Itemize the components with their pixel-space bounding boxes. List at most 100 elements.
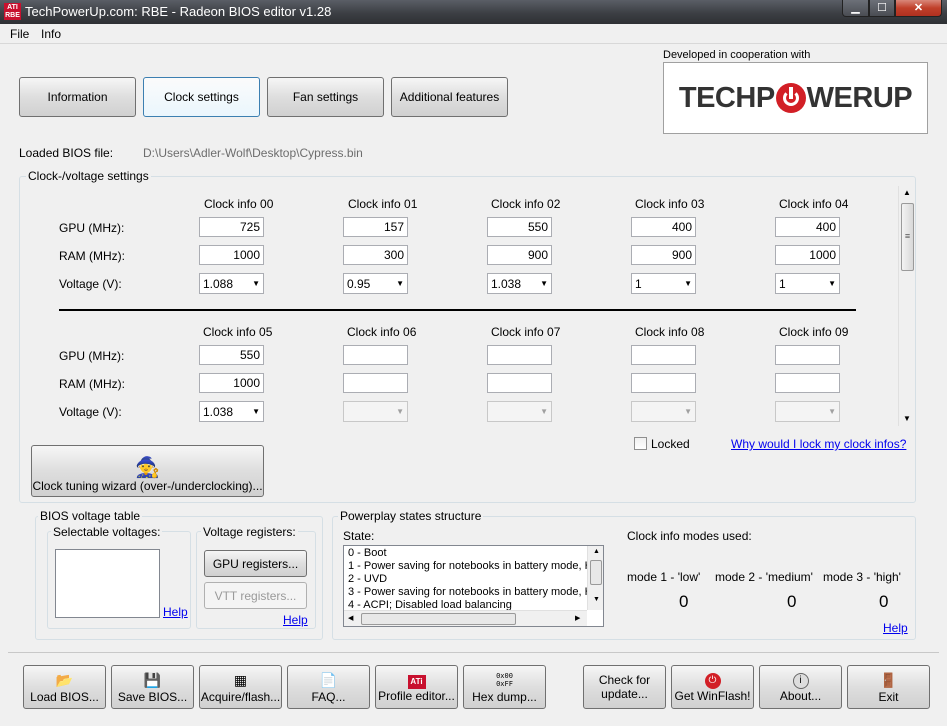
gpu-clock-input[interactable]: 400 (631, 217, 696, 237)
about-button[interactable]: i About... (759, 665, 842, 709)
ram-clock-input[interactable] (631, 373, 696, 393)
gpu-clock-input[interactable] (343, 345, 408, 365)
acquire-flash-button[interactable]: ▦ Acquire/flash... (199, 665, 282, 709)
get-winflash-button[interactable]: ⏻ Get WinFlash! (671, 665, 754, 709)
help-link[interactable]: Help (283, 613, 308, 627)
states-listbox[interactable]: 0 - Boot 1 - Power saving for notebooks … (343, 545, 604, 627)
powerplay-title: Powerplay states structure (338, 509, 484, 523)
faq-button[interactable]: 📄 FAQ... (287, 665, 370, 709)
state-item[interactable]: 1 - Power saving for notebooks in batter… (348, 560, 588, 573)
locked-checkbox[interactable] (634, 437, 647, 450)
scroll-left-icon[interactable]: ◀ (348, 614, 353, 622)
gpu-clock-input[interactable]: 400 (775, 217, 840, 237)
states-vscroll[interactable]: ▲ ▼ (587, 546, 603, 610)
states-hscroll[interactable]: ◀ ▶ (344, 610, 587, 626)
exit-button[interactable]: 🚪 Exit (847, 665, 930, 709)
help-link[interactable]: Help (883, 621, 908, 635)
clock-scrollbar[interactable]: ▲ ≡ ▼ (898, 186, 915, 426)
voltage-value: 0.95 (347, 276, 371, 291)
tab-fan-settings[interactable]: Fan settings (267, 77, 384, 117)
profile-editor-button[interactable]: ATi Profile editor... (375, 665, 458, 709)
gpu-registers-button[interactable]: GPU registers... (204, 550, 307, 577)
gpu-clock-input[interactable] (487, 345, 552, 365)
check-update-button[interactable]: Check for update... (583, 665, 666, 709)
voltage-select[interactable]: 1.038 ▼ (199, 401, 264, 422)
chevron-down-icon: ▼ (252, 279, 260, 288)
button-label: Load BIOS... (30, 690, 99, 704)
voltage-select[interactable]: ▼ (631, 401, 696, 422)
ram-clock-input[interactable] (343, 373, 408, 393)
tab-additional-features[interactable]: Additional features (391, 77, 508, 117)
clock-header: Clock info 00 (204, 197, 274, 211)
ram-clock-input[interactable]: 900 (631, 245, 696, 265)
hex-icon: 0x00 0xFF (496, 672, 513, 688)
scroll-right-icon[interactable]: ▶ (575, 614, 580, 622)
state-item[interactable]: 0 - Boot (348, 547, 588, 560)
voltage-select[interactable]: 1.088 ▼ (199, 273, 264, 294)
scroll-thumb[interactable] (590, 560, 602, 585)
mode-label: mode 1 - 'low' (627, 570, 701, 584)
scroll-up-icon[interactable]: ▲ (593, 548, 600, 555)
gpu-clock-input[interactable]: 550 (487, 217, 552, 237)
bottom-separator (8, 652, 939, 653)
scroll-thumb[interactable] (361, 613, 516, 625)
clock-header: Clock info 07 (491, 325, 561, 339)
scroll-up-icon[interactable]: ▲ (903, 188, 911, 197)
menu-info[interactable]: Info (41, 27, 61, 41)
scroll-down-icon[interactable]: ▼ (593, 596, 600, 603)
ram-clock-input[interactable] (775, 373, 840, 393)
vtt-registers-button[interactable]: VTT registers... (204, 582, 307, 609)
button-label: GPU registers... (212, 556, 299, 571)
voltage-label: Voltage (V): (59, 405, 122, 419)
button-label: Profile editor... (378, 689, 455, 703)
voltage-select[interactable]: ▼ (343, 401, 408, 422)
save-bios-button[interactable]: 💾 Save BIOS... (111, 665, 194, 709)
button-label: About... (779, 689, 822, 703)
state-item[interactable]: 2 - UVD (348, 573, 588, 586)
clock-header: Clock info 09 (779, 325, 849, 339)
ram-clock-input[interactable]: 1000 (775, 245, 840, 265)
voltage-select[interactable]: ▼ (487, 401, 552, 422)
ram-clock-input[interactable]: 900 (487, 245, 552, 265)
clock-tuning-wizard-button[interactable]: 🧙 Clock tuning wizard (over-/underclocki… (31, 445, 264, 497)
help-link[interactable]: Help (163, 605, 188, 619)
hex-dump-button[interactable]: 0x00 0xFF Hex dump... (463, 665, 546, 709)
gpu-clock-input[interactable] (775, 345, 840, 365)
ram-clock-input[interactable]: 300 (343, 245, 408, 265)
voltage-select[interactable]: 1 ▼ (631, 273, 696, 294)
app-icon: ATI RBE (4, 3, 21, 20)
ram-clock-input[interactable] (487, 373, 552, 393)
scroll-down-icon[interactable]: ▼ (903, 414, 911, 423)
gpu-clock-input[interactable]: 725 (199, 217, 264, 237)
lock-info-link[interactable]: Why would I lock my clock infos? (731, 437, 906, 451)
close-button[interactable]: ✕ (895, 0, 942, 17)
exit-door-icon: 🚪 (879, 672, 898, 688)
ram-clock-input[interactable]: 1000 (199, 373, 264, 393)
logo-text-left: TECHP (678, 81, 775, 114)
ram-label: RAM (MHz): (59, 377, 125, 391)
voltage-select[interactable]: 0.95 ▼ (343, 273, 408, 294)
load-bios-button[interactable]: 📂 Load BIOS... (23, 665, 106, 709)
loaded-bios-path: D:\Users\Adler-Wolf\Desktop\Cypress.bin (143, 146, 363, 160)
voltage-select[interactable]: 1.038 ▼ (487, 273, 552, 294)
gpu-clock-input[interactable]: 157 (343, 217, 408, 237)
voltages-listbox[interactable] (55, 549, 160, 618)
scroll-thumb[interactable]: ≡ (901, 203, 914, 271)
tab-clock-settings[interactable]: Clock settings (143, 77, 260, 117)
voltage-select[interactable]: ▼ (775, 401, 840, 422)
info-icon: i (792, 673, 809, 689)
minimize-button[interactable]: ▁ (842, 0, 869, 17)
techpowerup-logo[interactable]: TECHP WERUP (663, 62, 928, 134)
maximize-button[interactable]: ☐ (869, 0, 895, 17)
modes-title: Clock info modes used: (627, 529, 752, 543)
tab-information[interactable]: Information (19, 77, 136, 117)
document-icon: 📄 (319, 672, 338, 688)
gpu-clock-input[interactable]: 550 (199, 345, 264, 365)
gpu-clock-input[interactable] (631, 345, 696, 365)
state-item[interactable]: 3 - Power saving for notebooks in batter… (348, 586, 588, 599)
menu-file[interactable]: File (10, 27, 29, 41)
voltage-select[interactable]: 1 ▼ (775, 273, 840, 294)
ram-label: RAM (MHz): (59, 249, 125, 263)
voltage-value: 1.038 (491, 276, 522, 291)
ram-clock-input[interactable]: 1000 (199, 245, 264, 265)
